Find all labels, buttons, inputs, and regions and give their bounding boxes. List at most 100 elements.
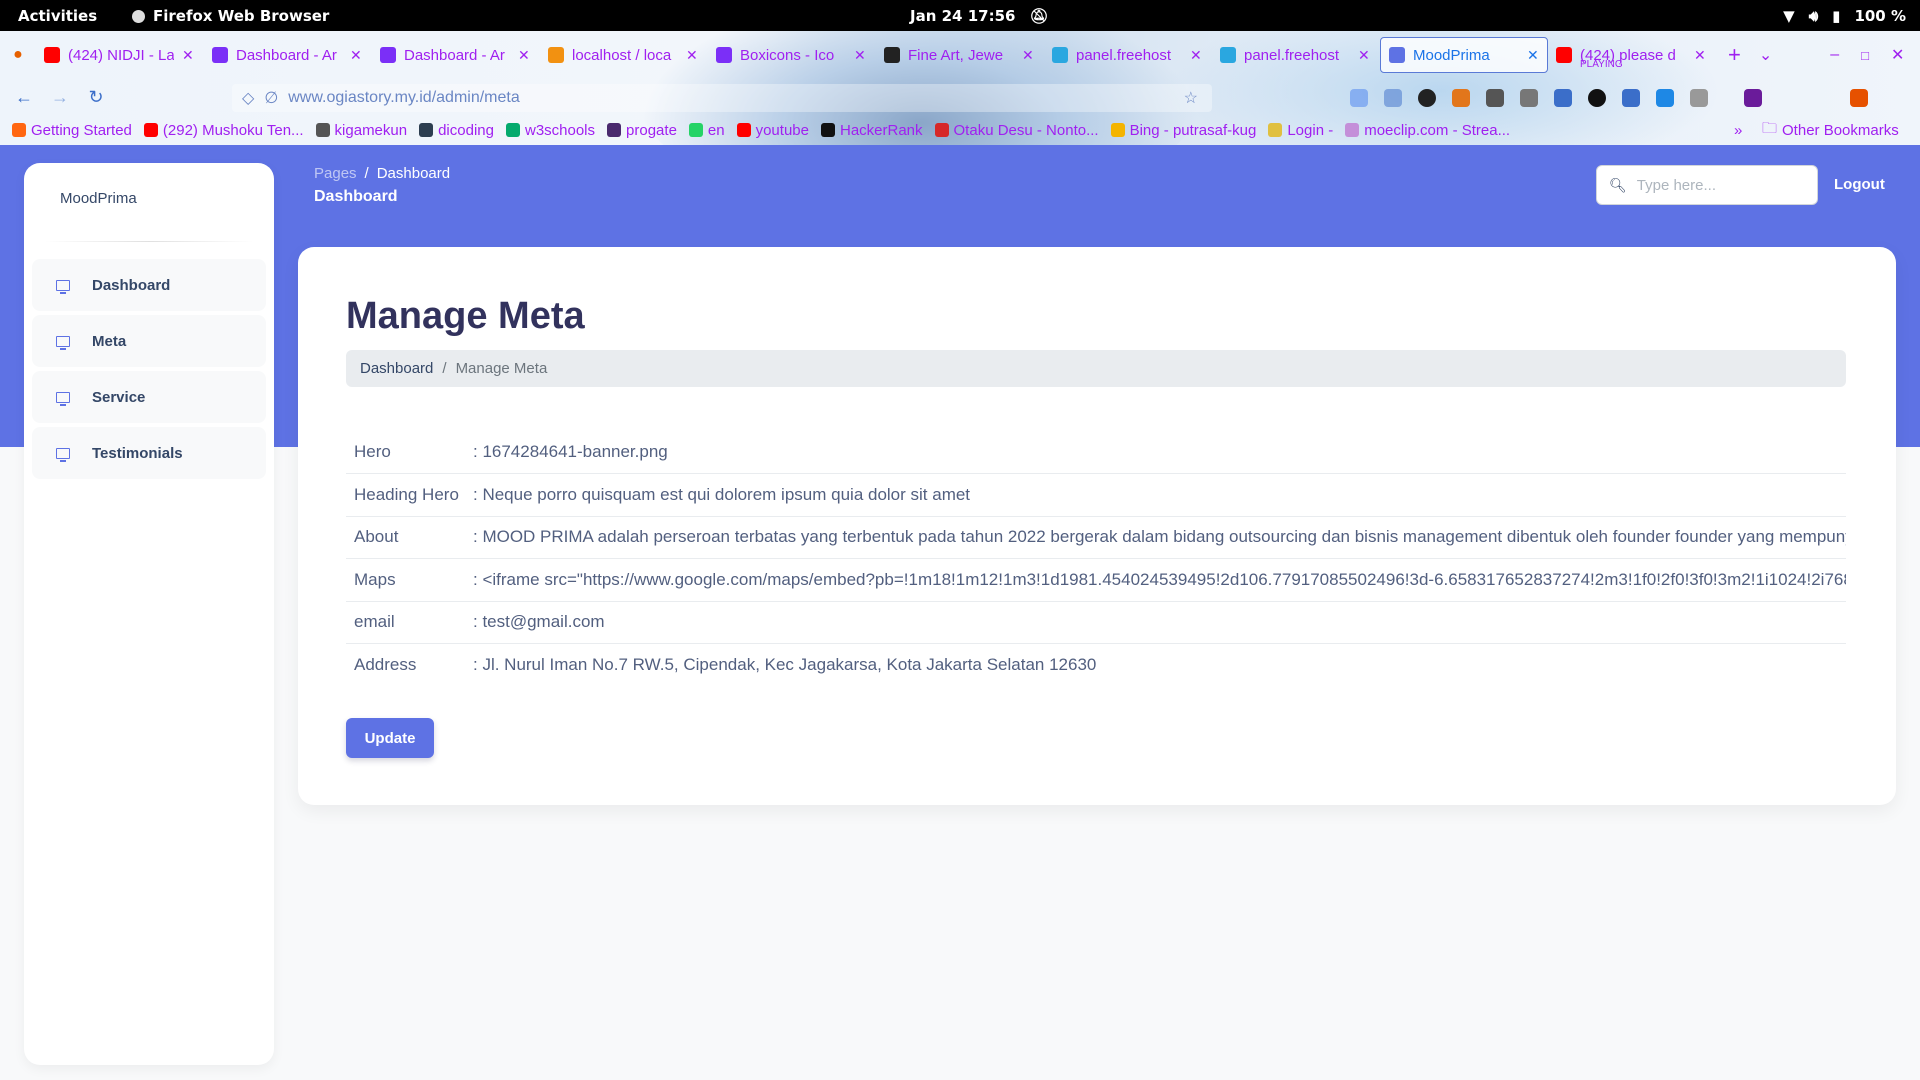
tab-favicon-icon <box>1556 47 1572 63</box>
metamask-icon[interactable] <box>1452 89 1470 107</box>
clock[interactable]: Jan 24 17:56 🔕︎ <box>910 7 1049 25</box>
bookmark-item[interactable]: Getting Started <box>12 122 132 139</box>
monitor-icon <box>56 335 70 350</box>
search-input[interactable] <box>1636 176 1807 194</box>
breadcrumb: Pages / Dashboard <box>314 165 450 182</box>
breadcrumb-dashboard-link[interactable]: Dashboard <box>360 360 433 377</box>
sidebar-item-service[interactable]: Service <box>32 371 266 423</box>
bookmark-favicon-icon <box>143 123 158 137</box>
table-row: Maps: <iframe src="https://www.google.co… <box>346 558 1846 602</box>
bookmark-item[interactable]: (292) Mushoku Ten... <box>143 122 304 139</box>
new-tab-button[interactable]: + <box>1728 42 1741 68</box>
tab-close-icon[interactable]: ✕ <box>1358 47 1370 64</box>
breadcrumb-separator: / <box>442 360 447 377</box>
browser-tab[interactable]: MoodPrima ✕ <box>1380 37 1548 73</box>
sidebar-item-dashboard[interactable]: Dashboard <box>32 259 266 311</box>
sidebar-item-meta[interactable]: Meta <box>32 315 266 367</box>
bookmark-label: youtube <box>755 121 809 139</box>
extension-icon[interactable] <box>1418 89 1436 107</box>
meta-value: : <iframe src="https://www.google.com/ma… <box>465 558 1846 602</box>
close-window-button[interactable]: ✕ <box>1891 45 1904 65</box>
breadcrumb-pages[interactable]: Pages <box>314 165 357 182</box>
maximize-button[interactable]: □ <box>1861 48 1869 63</box>
browser-tab[interactable]: panel.freehost ✕ <box>1044 37 1212 73</box>
browser-tab[interactable]: localhost / loca ✕ <box>540 37 708 73</box>
other-bookmarks[interactable]: 🗀︎ Other Bookmarks <box>1762 118 1899 143</box>
bookmark-item[interactable]: progate <box>607 122 677 139</box>
downloads-icon[interactable] <box>1384 89 1402 107</box>
app-menu[interactable]: Firefox Web Browser <box>132 7 329 25</box>
brand-name[interactable]: MoodPrima <box>60 190 137 207</box>
bookmark-item[interactable]: youtube <box>736 121 809 139</box>
other-bookmarks-label: Other Bookmarks <box>1782 121 1899 139</box>
vue-devtools-icon[interactable] <box>1520 89 1538 107</box>
tab-favicon-icon <box>1052 47 1068 63</box>
browser-tab[interactable]: (424) please d ✕ PLAYING <box>1548 37 1716 73</box>
tab-close-icon[interactable]: ✕ <box>1022 47 1034 64</box>
activities-button[interactable]: Activities <box>18 7 97 25</box>
bookmark-item[interactable]: dicoding <box>419 122 494 139</box>
reload-button[interactable]: ↻ <box>84 85 108 109</box>
minimize-button[interactable]: – <box>1830 46 1839 64</box>
bookmark-item[interactable]: Bing - putrasaf-kug <box>1110 122 1256 139</box>
bookmark-item[interactable]: Login - <box>1268 122 1333 139</box>
bookmark-favicon-icon <box>505 123 520 137</box>
browser-tab[interactable]: Fine Art, Jewe ✕ <box>876 37 1044 73</box>
extension-c-icon[interactable] <box>1486 89 1504 107</box>
tab-close-icon[interactable]: ✕ <box>182 47 194 64</box>
ublock-icon[interactable] <box>1744 89 1762 107</box>
sidebar-item-label: Service <box>92 388 146 406</box>
pocket-icon[interactable] <box>1350 89 1368 107</box>
sidebar-item-testimonials[interactable]: Testimonials <box>32 427 266 479</box>
back-button[interactable]: ← <box>12 85 36 109</box>
bookmark-item[interactable]: kigamekun <box>315 122 407 139</box>
system-tray[interactable]: ▼ 🔊︎ ▮ 100 % <box>1783 7 1906 25</box>
tab-close-icon[interactable]: ✕ <box>854 47 866 64</box>
bookmark-item[interactable]: w3schools <box>505 122 595 139</box>
tab-close-icon[interactable]: ✕ <box>686 47 698 64</box>
tab-close-icon[interactable]: ✕ <box>1694 47 1706 64</box>
tab-close-icon[interactable]: ✕ <box>1190 47 1202 64</box>
breadcrumb-current: Dashboard <box>376 165 451 182</box>
dark-reader-icon[interactable] <box>1850 89 1868 107</box>
tab-list-chevron-icon[interactable]: ⌄ <box>1759 45 1772 65</box>
tab-close-icon[interactable]: ✕ <box>350 47 362 64</box>
battery-level: 100 % <box>1854 7 1906 25</box>
sidebar-divider <box>44 241 254 242</box>
tab-title: MoodPrima <box>1413 46 1490 64</box>
bookmark-item[interactable]: HackerRank <box>820 122 923 139</box>
volume-icon: 🔊︎ <box>1808 7 1819 25</box>
browser-tab[interactable]: Boxicons - Ico ✕ <box>708 37 876 73</box>
forward-button[interactable]: → <box>48 85 72 109</box>
bookmark-item[interactable]: moeclip.com - Strea... <box>1345 122 1510 139</box>
search-box[interactable]: 🔍︎ <box>1596 165 1818 205</box>
tab-close-icon[interactable]: ✕ <box>518 47 530 64</box>
screenshot-icon[interactable] <box>1622 89 1640 107</box>
monitor-icon <box>56 391 70 406</box>
firefox-view-icon[interactable]: ● <box>0 46 36 64</box>
save-icon[interactable] <box>1554 89 1572 107</box>
bookmark-item[interactable]: en <box>688 122 725 139</box>
browser-tab[interactable]: Dashboard - Ar ✕ <box>204 37 372 73</box>
bookmark-star-icon[interactable]: ☆ <box>1184 88 1198 108</box>
table-row: Hero: 1674284641-banner.png <box>346 431 1846 474</box>
browser-tab[interactable]: panel.freehost ✕ <box>1212 37 1380 73</box>
logout-button[interactable]: Logout <box>1834 176 1885 193</box>
tab-favicon-icon <box>380 47 396 63</box>
extension-f-icon[interactable] <box>1656 89 1674 107</box>
browser-chrome: ● (424) NIDJI - La ✕ Dashboard - Ar ✕ Dashbo… <box>0 31 1920 145</box>
browser-tab[interactable]: (424) NIDJI - La ✕ <box>36 37 204 73</box>
bookmark-item[interactable]: Otaku Desu - Nonto... <box>934 122 1099 139</box>
meta-key: Heading Hero <box>346 473 465 517</box>
update-button[interactable]: Update <box>346 718 434 758</box>
extension-a-icon[interactable] <box>1690 89 1708 107</box>
meta-value: : MOOD PRIMA adalah perseroan terbatas y… <box>465 516 1846 559</box>
bookmark-favicon-icon <box>1268 123 1283 137</box>
url-bar[interactable]: ◇ ∅ www.ogiastory.my.id/admin/meta ☆ <box>232 84 1212 112</box>
sidebar-item-label: Dashboard <box>92 276 171 294</box>
tab-close-icon[interactable]: ✕ <box>1527 47 1539 64</box>
bookmarks-overflow-icon[interactable]: » <box>1734 122 1742 139</box>
browser-tab[interactable]: Dashboard - Ar ✕ <box>372 37 540 73</box>
tab-title: Dashboard - Ar <box>404 46 505 64</box>
github-icon[interactable] <box>1588 89 1606 107</box>
